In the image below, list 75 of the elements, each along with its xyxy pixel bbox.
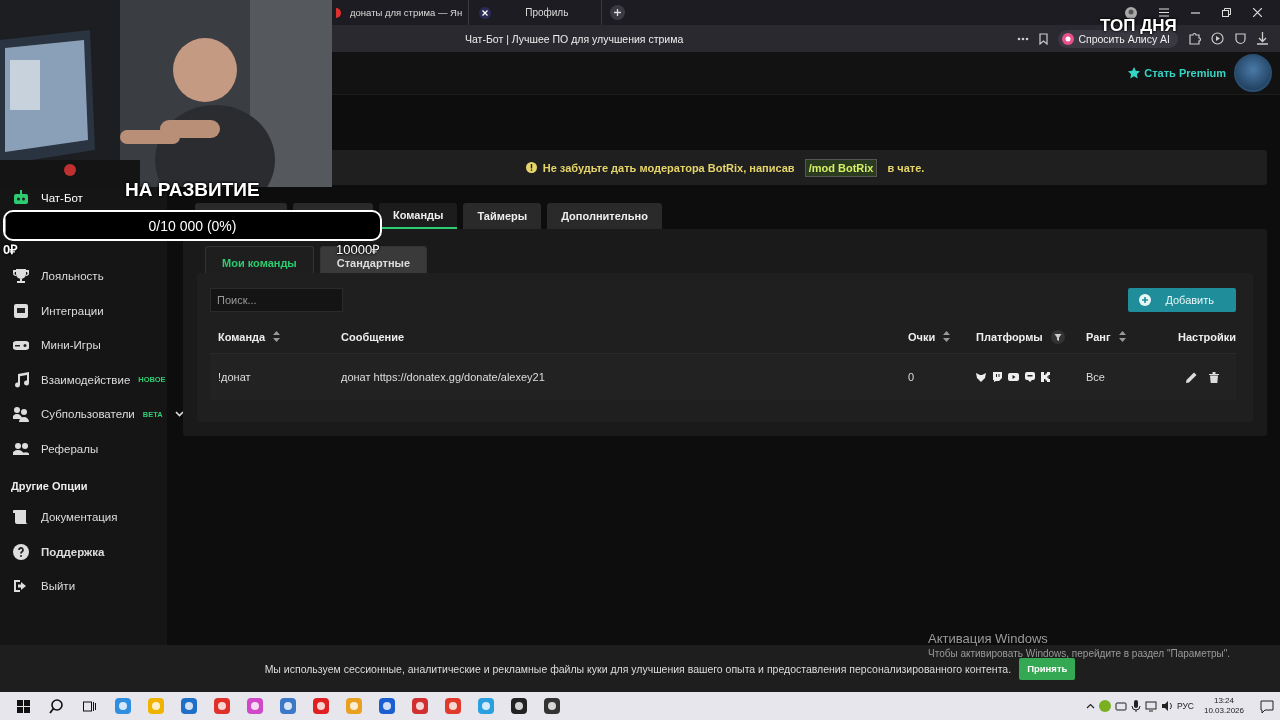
help-icon — [13, 543, 29, 560]
sort-icon[interactable] — [943, 331, 951, 342]
tab[interactable]: Дополнительно — [547, 203, 662, 229]
trophy-icon — [13, 268, 29, 285]
scroll-icon — [13, 509, 29, 526]
sidebar-item[interactable]: Чат-Бот — [0, 186, 89, 210]
play-button-icon — [1008, 373, 1019, 381]
clock[interactable]: 13:24 10.03.2026 — [1203, 696, 1244, 716]
plus-circle-icon — [1139, 294, 1152, 306]
chat-square-icon — [13, 302, 29, 319]
x-logo-icon — [479, 6, 492, 19]
music-note-icon — [13, 371, 29, 388]
sidebar-item[interactable]: Документация — [0, 500, 167, 535]
download-icon[interactable] — [1257, 32, 1268, 45]
alice-icon — [1062, 32, 1075, 45]
tab[interactable]: Таймеры — [463, 203, 542, 229]
maximize-icon[interactable] — [1222, 8, 1231, 17]
search-icon[interactable] — [49, 698, 64, 714]
app-icon[interactable] — [510, 698, 527, 714]
robot-icon — [13, 190, 29, 206]
goal-title: НА РАЗВИТИЕ — [125, 179, 260, 201]
more-icon[interactable] — [1017, 36, 1030, 41]
delete-icon[interactable] — [1209, 371, 1219, 383]
block-logo-icon — [1041, 372, 1050, 382]
sidebar-item[interactable]: Рефералы — [0, 431, 167, 466]
command-code: /mod BotRix — [804, 158, 878, 177]
bookmark-icon[interactable] — [1039, 32, 1049, 45]
app-icon[interactable] — [543, 698, 560, 714]
premium-link[interactable]: Стать Premium — [1128, 67, 1226, 79]
sort-icon[interactable] — [273, 331, 281, 342]
play-icon[interactable] — [1211, 32, 1224, 45]
search-field[interactable]: Поиск... — [210, 288, 343, 312]
shield-icon[interactable] — [1234, 32, 1247, 45]
filter-icon[interactable] — [1050, 329, 1065, 344]
microphone-icon[interactable] — [1130, 700, 1141, 712]
message-square-icon — [1025, 372, 1035, 382]
chevron-down-icon[interactable] — [174, 411, 184, 418]
add-button[interactable]: Добавить — [1128, 288, 1237, 312]
activation-title: Активация Windows — [928, 631, 1049, 646]
chat-bubble-icon — [992, 372, 1002, 382]
language-indicator[interactable]: РУС — [1176, 701, 1194, 711]
edit-icon[interactable] — [1186, 371, 1197, 383]
users-icon — [13, 440, 29, 457]
sidebar-item[interactable]: Лояльность — [0, 259, 167, 294]
sidebar-item[interactable]: Выйти — [0, 569, 167, 604]
sidebar-item[interactable]: Интеграции — [0, 293, 167, 328]
star-icon — [1128, 67, 1141, 79]
tab[interactable]: Команды — [379, 203, 458, 229]
new-tab-button[interactable] — [610, 5, 626, 20]
goal-start: 0₽ — [3, 243, 19, 256]
cookie-text: Мы используем сессионные, аналитические и рекламные файлы куки для улучшения вашего опыта и предоставления персонализированного контента. — [264, 662, 1012, 675]
chevron-up-icon[interactable] — [1085, 703, 1095, 709]
task-view-icon[interactable] — [83, 699, 96, 713]
puzzle-icon[interactable] — [1188, 32, 1201, 45]
goal-end: 10000₽ — [336, 243, 381, 256]
subtab[interactable]: Мои команды — [205, 246, 314, 273]
page-title: Чат-Бот | Лучшее ПО для улучшения стрима — [465, 32, 684, 45]
sidebar-item[interactable]: Мини-Игры — [0, 328, 167, 363]
warning-icon — [525, 162, 537, 173]
sort-icon[interactable] — [1118, 331, 1126, 342]
goal-progress-text: 0/10 000 (0%) — [148, 217, 237, 234]
alert-text: в чате. — [887, 161, 925, 174]
menu-icon[interactable] — [1159, 8, 1169, 17]
sidebar-item[interactable]: Поддержка — [0, 534, 167, 569]
section-title: Другие Опции — [10, 479, 89, 494]
notification-icon[interactable] — [1260, 699, 1274, 713]
profile-icon[interactable] — [1125, 6, 1137, 19]
plus-icon — [613, 8, 623, 17]
avatar[interactable] — [1234, 54, 1272, 92]
alert-text: Не забудьте дать модератора BotRix, написав — [542, 161, 795, 174]
speaker-icon[interactable] — [1160, 700, 1173, 712]
group-icon — [13, 406, 29, 423]
activation-text: Чтобы активировать Windows, перейдите в раздел "Параметры". — [928, 648, 1231, 659]
close-icon[interactable] — [1253, 8, 1262, 17]
windows-logo-icon[interactable] — [17, 699, 30, 713]
